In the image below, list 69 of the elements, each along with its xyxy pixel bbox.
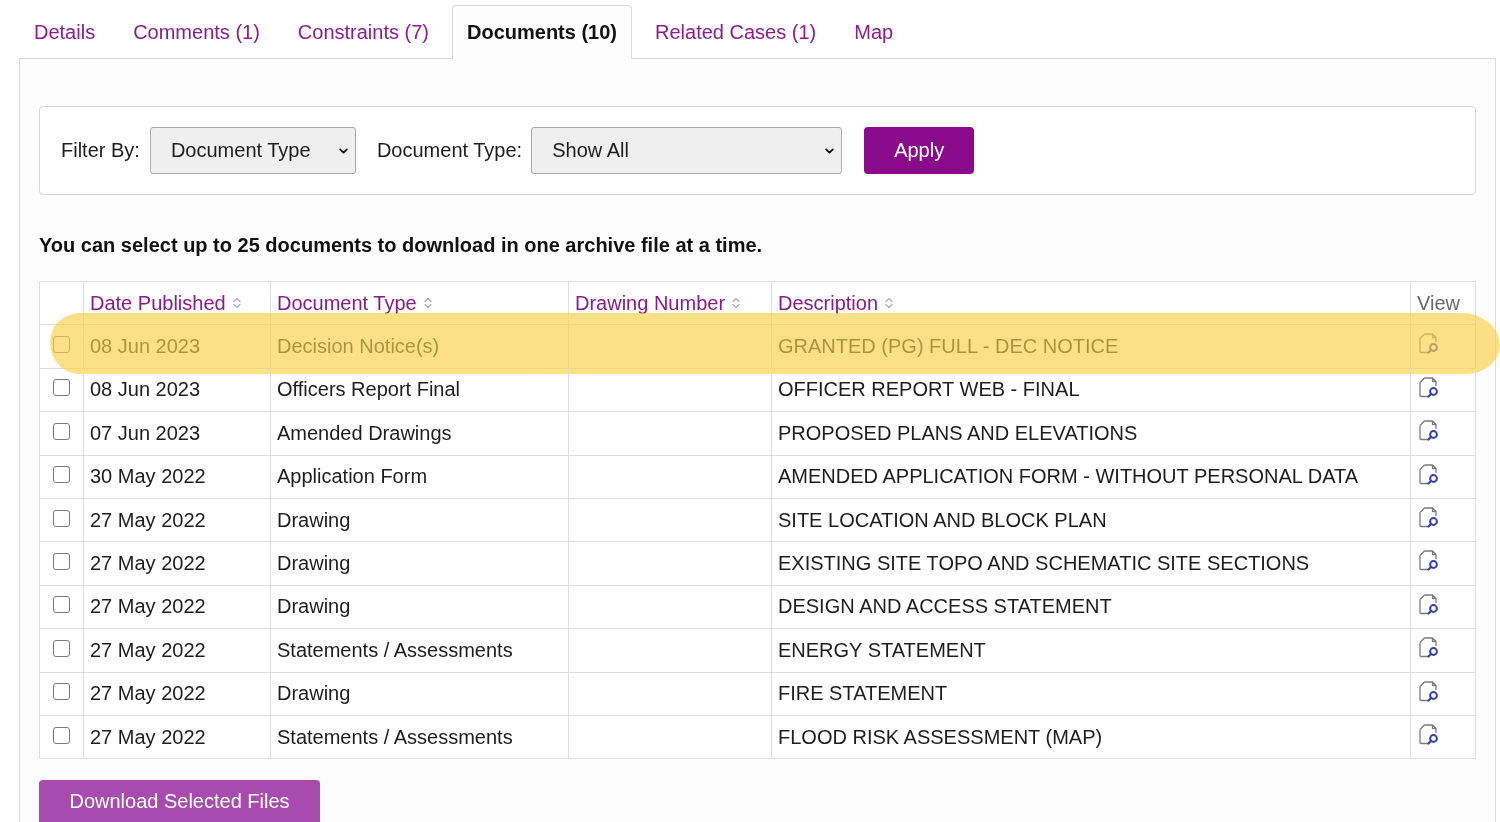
column-header-link[interactable]: Document Type — [277, 291, 417, 315]
table-cell: DESIGN AND ACCESS STATEMENT — [772, 585, 1411, 630]
table-cell: Drawing — [271, 672, 569, 716]
apply-button[interactable]: Apply — [864, 127, 975, 174]
tab[interactable]: Constraints (7) — [282, 5, 444, 59]
row-checkbox[interactable] — [53, 726, 70, 744]
document-search-icon[interactable] — [1418, 637, 1440, 659]
filter-by-dropdown[interactable]: Document Type — [149, 127, 356, 174]
tab[interactable]: Map — [839, 5, 909, 59]
table-cell: OFFICER REPORT WEB - FINAL — [772, 368, 1411, 413]
document-search-icon[interactable] — [1418, 506, 1440, 528]
row-checkbox[interactable] — [53, 336, 70, 354]
download-notice: You can select up to 25 documents to download in one archive file at a time. — [39, 233, 764, 258]
tab[interactable]: Comments (1) — [118, 5, 275, 59]
table-cell: Drawing — [271, 585, 569, 630]
table-cell: Drawing — [271, 498, 569, 543]
document-search-icon[interactable] — [1418, 550, 1440, 572]
tab[interactable]: Documents (10) — [452, 5, 633, 59]
table-cell: ENERGY STATEMENT — [772, 629, 1411, 673]
table-cell: 27 May 2022 — [84, 715, 271, 760]
row-checkbox[interactable] — [53, 683, 70, 701]
table-cell: Drawing — [271, 542, 569, 586]
document-type-label: Document Type: — [376, 139, 523, 162]
table-cell: 27 May 2022 — [84, 672, 271, 716]
table-cell: 27 May 2022 — [84, 498, 271, 543]
row-checkbox[interactable] — [53, 509, 70, 527]
chevron-down-icon — [338, 147, 348, 154]
table-cell: Amended Drawings — [271, 412, 569, 456]
table-cell: Officers Report Final — [271, 368, 569, 413]
table-cell: GRANTED (PG) FULL - DEC NOTICE — [772, 325, 1411, 369]
document-search-icon[interactable] — [1418, 376, 1440, 398]
document-type-dropdown[interactable]: Show All — [531, 127, 843, 174]
table-cell: 07 Jun 2023 — [84, 412, 271, 456]
filter-by-label: Filter By: — [61, 139, 140, 162]
document-search-icon[interactable] — [1418, 723, 1440, 745]
row-checkbox[interactable] — [53, 466, 70, 484]
table-cell: 27 May 2022 — [84, 585, 271, 630]
chevron-down-icon — [825, 147, 835, 154]
table-cell: Decision Notice(s) — [271, 325, 569, 369]
row-checkbox[interactable] — [53, 596, 70, 614]
table-cell: AMENDED APPLICATION FORM - WITHOUT PERSONAL DATA — [772, 455, 1411, 499]
table-cell: FLOOD RISK ASSESSMENT (MAP) — [772, 715, 1411, 760]
column-header-link[interactable]: Date Published — [90, 291, 226, 315]
document-search-icon[interactable] — [1418, 680, 1440, 702]
table-cell: Application Form — [271, 455, 569, 499]
row-checkbox[interactable] — [53, 553, 70, 571]
table-cell: EXISTING SITE TOPO AND SCHEMATIC SITE SECTIONS — [772, 542, 1411, 586]
table-cell: 08 Jun 2023 — [84, 368, 271, 413]
row-checkbox[interactable] — [53, 639, 70, 657]
tab[interactable]: Details — [19, 5, 111, 59]
table-cell: Statements / Assessments — [271, 715, 569, 760]
document-search-icon[interactable] — [1418, 593, 1440, 615]
document-search-icon[interactable] — [1418, 420, 1440, 442]
row-checkbox[interactable] — [53, 379, 70, 397]
table-cell: FIRE STATEMENT — [772, 672, 1411, 716]
table-cell: 27 May 2022 — [84, 542, 271, 586]
download-button[interactable]: Download Selected Files — [39, 780, 320, 822]
tab[interactable]: Related Cases (1) — [640, 5, 832, 59]
table-cell: 27 May 2022 — [84, 629, 271, 673]
table-cell: 08 Jun 2023 — [84, 325, 271, 369]
table-cell: 30 May 2022 — [84, 455, 271, 499]
table-cell: Statements / Assessments — [271, 629, 569, 673]
column-header-link[interactable]: Description — [778, 291, 879, 315]
table-cell: PROPOSED PLANS AND ELEVATIONS — [772, 412, 1411, 456]
column-header-link[interactable]: Drawing Number — [575, 291, 726, 315]
document-search-icon[interactable] — [1418, 463, 1440, 485]
row-checkbox[interactable] — [53, 422, 70, 440]
table-cell: SITE LOCATION AND BLOCK PLAN — [772, 498, 1411, 543]
column-header: View — [1417, 291, 1460, 315]
